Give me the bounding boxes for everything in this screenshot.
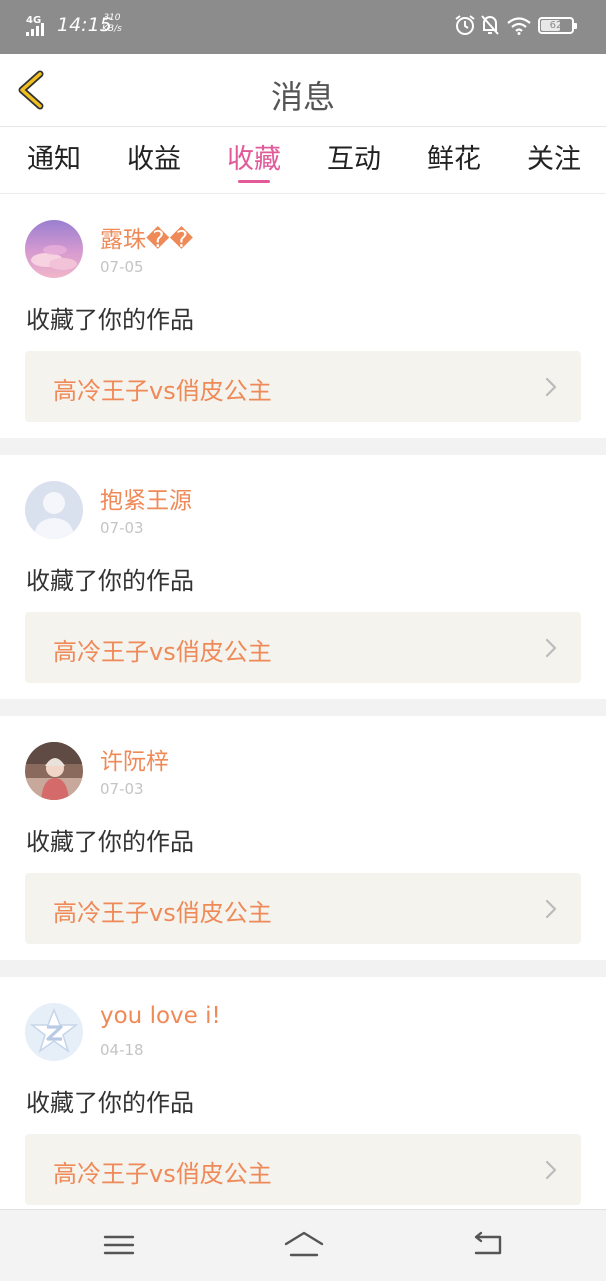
message-card: you love i! 04-18 收藏了你的作品 高冷王子vs俏皮公主 (0, 977, 606, 1221)
message-date: 07-03 (100, 780, 144, 798)
action-text: 收藏了你的作品 (26, 567, 194, 595)
message-date: 04-18 (100, 1041, 144, 1059)
status-bar: 4G 14:15 310 KB/s 62 (0, 0, 606, 54)
battery-percent: 62 (549, 20, 563, 31)
wifi-icon (507, 17, 531, 35)
signal-icon: 4G (26, 15, 44, 36)
action-text: 收藏了你的作品 (26, 306, 194, 334)
username[interactable]: 露珠�� (100, 220, 193, 254)
tab-favorites[interactable]: 收藏 (214, 137, 294, 176)
message-card: 许阮梓 07-03 收藏了你的作品 高冷王子vs俏皮公主 (0, 716, 606, 960)
avatar[interactable] (25, 742, 83, 800)
work-link[interactable]: 高冷王子vs俏皮公主 (25, 1134, 581, 1205)
message-list: 露珠�� 07-05 收藏了你的作品 高冷王子vs俏皮公主 抱紧王源 07-03… (0, 194, 606, 1238)
alarm-icon (455, 15, 475, 35)
chevron-right-icon (545, 1160, 557, 1180)
speed-value: 310 (103, 13, 121, 23)
speed-unit: KB/s (102, 24, 122, 34)
work-link[interactable]: 高冷王子vs俏皮公主 (25, 612, 581, 683)
work-title: 高冷王子vs俏皮公主 (53, 377, 272, 405)
tab-interactions[interactable]: 互动 (314, 137, 394, 176)
back-icon[interactable] (470, 1230, 506, 1260)
network-type: 4G (26, 15, 41, 26)
mute-icon (481, 15, 499, 35)
tab-bar: 通知 收益 收藏 互动 鲜花 关注 (0, 127, 606, 194)
system-nav-bar (0, 1209, 606, 1281)
tab-flowers[interactable]: 鲜花 (414, 137, 494, 176)
action-text: 收藏了你的作品 (26, 828, 194, 856)
menu-icon[interactable] (101, 1230, 137, 1260)
home-icon[interactable] (284, 1230, 324, 1260)
message-card: 抱紧王源 07-03 收藏了你的作品 高冷王子vs俏皮公主 (0, 455, 606, 699)
tab-follows[interactable]: 关注 (514, 137, 594, 176)
message-date: 07-03 (100, 519, 144, 537)
username[interactable]: you love i! (100, 1003, 221, 1029)
username[interactable]: 许阮梓 (100, 742, 169, 776)
work-title: 高冷王子vs俏皮公主 (53, 899, 272, 927)
avatar[interactable] (25, 481, 83, 539)
work-title: 高冷王子vs俏皮公主 (53, 638, 272, 666)
page-title: 消息 (270, 78, 335, 116)
chevron-right-icon (545, 899, 557, 919)
avatar[interactable] (25, 220, 83, 278)
work-link[interactable]: 高冷王子vs俏皮公主 (25, 351, 581, 422)
network-speed: 310 KB/s (102, 13, 122, 35)
message-card: 露珠�� 07-05 收藏了你的作品 高冷王子vs俏皮公主 (0, 194, 606, 438)
chevron-right-icon (545, 377, 557, 397)
avatar[interactable] (25, 1003, 83, 1061)
work-title: 高冷王子vs俏皮公主 (53, 1160, 272, 1188)
message-date: 07-05 (100, 258, 144, 276)
tab-earnings[interactable]: 收益 (114, 137, 194, 176)
chevron-right-icon (545, 638, 557, 658)
tab-notifications[interactable]: 通知 (14, 137, 94, 176)
page-header: 消息 (0, 54, 606, 127)
username[interactable]: 抱紧王源 (100, 481, 192, 515)
battery-icon: 62 (538, 17, 577, 34)
work-link[interactable]: 高冷王子vs俏皮公主 (25, 873, 581, 944)
action-text: 收藏了你的作品 (26, 1089, 194, 1117)
active-tab-indicator (238, 180, 270, 183)
